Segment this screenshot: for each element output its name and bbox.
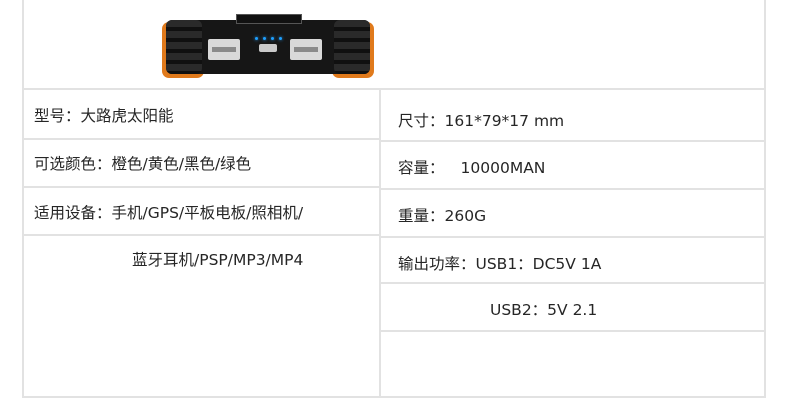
row-divider — [22, 234, 379, 236]
capacity-value: 10000MAN — [460, 159, 546, 177]
output-power-usb2: USB2：5V 2.1 — [490, 301, 598, 319]
indicator-led — [263, 37, 266, 40]
weight-spec: 重量：260G — [398, 207, 487, 225]
row-divider — [381, 330, 766, 332]
rubber-grip-right — [334, 20, 370, 74]
indicator-led — [255, 37, 258, 40]
rubber-grip-left — [166, 20, 202, 74]
size-spec: 尺寸：161*79*17 mm — [398, 112, 565, 130]
row-divider — [381, 140, 766, 142]
model-spec: 型号：大路虎太阳能 — [34, 107, 174, 125]
row-divider — [22, 88, 766, 90]
micro-usb-port-icon — [259, 44, 277, 52]
row-divider — [22, 186, 379, 188]
usb-port-icon — [208, 39, 240, 60]
row-divider — [381, 282, 766, 284]
output-power-spec: 输出功率：USB1：DC5V 1A — [398, 255, 602, 273]
row-divider — [381, 188, 766, 190]
indicator-led — [279, 37, 282, 40]
compatible-devices-continued: 蓝牙耳机/PSP/MP3/MP4 — [132, 251, 304, 269]
spec-table-panel — [22, 0, 766, 398]
row-divider — [381, 236, 766, 238]
compatible-devices-spec: 适用设备：手机/GPS/平板电板/照相机/ — [34, 204, 304, 222]
capacity-spec: 容量： 10000MAN — [398, 158, 545, 178]
usb-port-icon — [290, 39, 322, 60]
top-slot — [236, 14, 302, 24]
power-bank-image — [162, 14, 374, 78]
color-options-spec: 可选颜色：橙色/黄色/黑色/绿色 — [34, 155, 252, 173]
row-divider — [22, 138, 379, 140]
column-divider — [379, 88, 381, 398]
capacity-label: 容量： — [398, 159, 445, 177]
indicator-led — [271, 37, 274, 40]
